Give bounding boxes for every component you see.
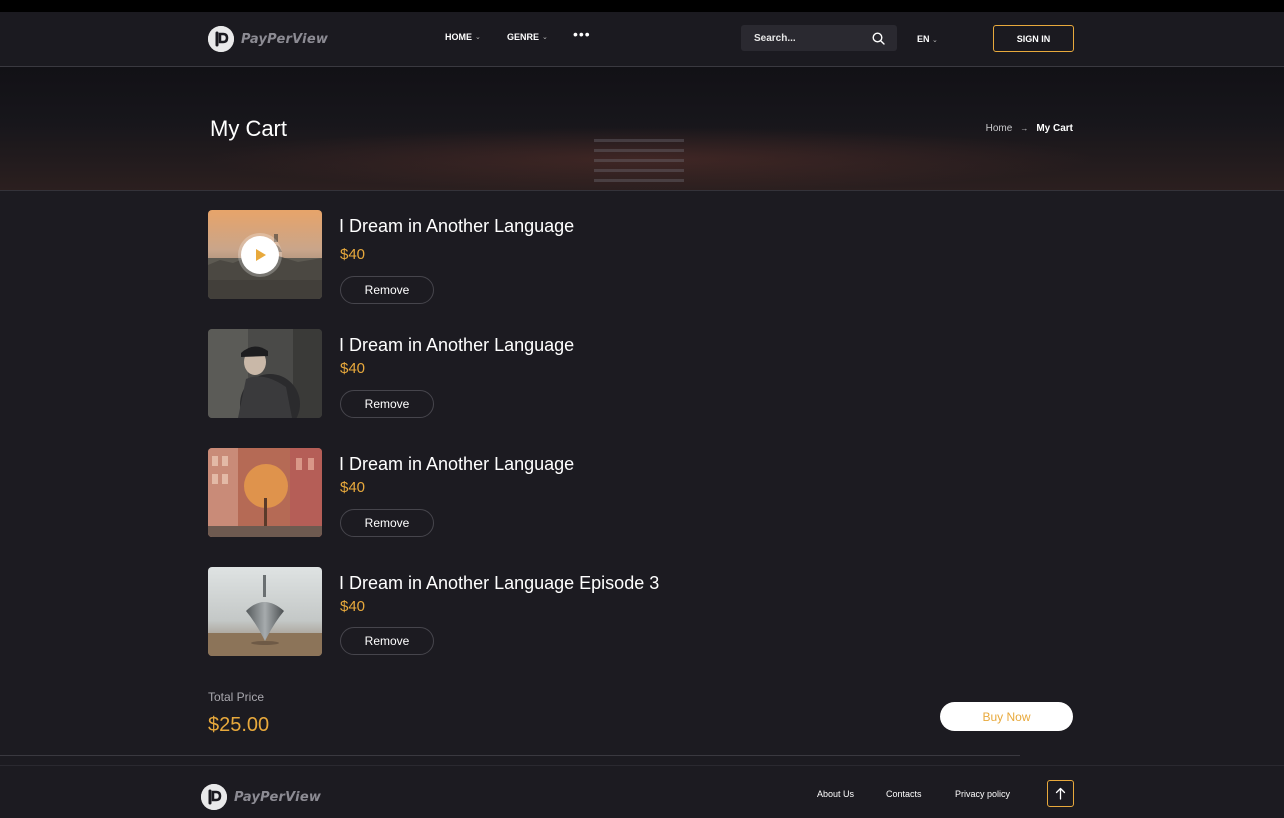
nav-genre[interactable]: GENRE ⌄ (507, 32, 548, 42)
total-price-value: $25.00 (208, 714, 270, 736)
window-top-strip (0, 0, 1284, 12)
breadcrumb-current: My Cart (1036, 123, 1073, 134)
language-selector[interactable]: EN ⌄ (917, 34, 938, 44)
divider (0, 755, 1020, 756)
more-menu-icon[interactable]: ••• (573, 26, 591, 42)
nav-home[interactable]: HOME ⌄ (445, 32, 481, 42)
item-price: $40 (340, 479, 366, 496)
site-header: PayPerView HOME ⌄ GENRE ⌄ ••• EN ⌄ (0, 12, 1284, 67)
item-thumbnail[interactable] (208, 448, 322, 537)
item-title[interactable]: I Dream in Another Language (339, 216, 574, 237)
footer-link-contacts[interactable]: Contacts (886, 789, 922, 799)
footer-link-about[interactable]: About Us (817, 789, 854, 799)
item-title[interactable]: I Dream in Another Language (339, 454, 574, 475)
item-title[interactable]: I Dream in Another Language (339, 335, 574, 356)
footer-link-privacy[interactable]: Privacy policy (955, 789, 1010, 799)
search-input[interactable] (754, 32, 864, 44)
chevron-down-icon: ⌄ (932, 37, 938, 44)
footer-logo[interactable]: PayPerView (201, 784, 321, 810)
logo-text: PayPerView (234, 789, 322, 805)
cart-item: I Dream in Another Language $40 Remove (208, 448, 808, 538)
search-box (741, 25, 897, 51)
buy-now-button[interactable]: Buy Now (940, 702, 1073, 731)
item-price: $40 (340, 246, 366, 263)
item-price: $40 (340, 360, 366, 377)
arrow-up-icon (1055, 787, 1066, 800)
item-thumbnail[interactable] (208, 210, 322, 299)
nav-home-label: HOME (445, 32, 472, 42)
item-price: $40 (340, 598, 366, 615)
cart-item: I Dream in Another Language Episode 3 $4… (208, 567, 808, 657)
hero-decoration (594, 139, 684, 189)
remove-button[interactable]: Remove (340, 276, 434, 304)
logo-icon (208, 26, 234, 52)
breadcrumb: Home → My Cart (986, 123, 1073, 134)
header-logo[interactable]: PayPerView (208, 26, 328, 52)
nav-genre-label: GENRE (507, 32, 540, 42)
chevron-down-icon: ⌄ (475, 34, 481, 41)
remove-button[interactable]: Remove (340, 390, 434, 418)
logo-text: PayPerView (241, 31, 329, 47)
cart-item: I Dream in Another Language $40 Remove (208, 210, 808, 304)
breadcrumb-home-link[interactable]: Home (986, 123, 1013, 134)
sign-in-button[interactable]: SIGN IN (993, 25, 1074, 52)
page-title: My Cart (210, 116, 287, 141)
item-title[interactable]: I Dream in Another Language Episode 3 (339, 573, 659, 594)
cart-item: I Dream in Another Language $40 Remove (208, 329, 808, 419)
divider (0, 765, 1284, 766)
page-hero: My Cart Home → My Cart (0, 67, 1284, 191)
arrow-right-icon: → (1020, 124, 1029, 133)
item-thumbnail[interactable] (208, 329, 322, 418)
total-price-label: Total Price (208, 690, 265, 704)
search-icon[interactable] (872, 31, 885, 45)
chevron-down-icon: ⌄ (542, 34, 548, 41)
scroll-to-top-button[interactable] (1047, 780, 1074, 807)
language-label: EN (917, 34, 930, 44)
remove-button[interactable]: Remove (340, 627, 434, 655)
play-icon[interactable] (241, 236, 279, 274)
logo-icon (201, 784, 227, 810)
item-thumbnail[interactable] (208, 567, 322, 656)
remove-button[interactable]: Remove (340, 509, 434, 537)
